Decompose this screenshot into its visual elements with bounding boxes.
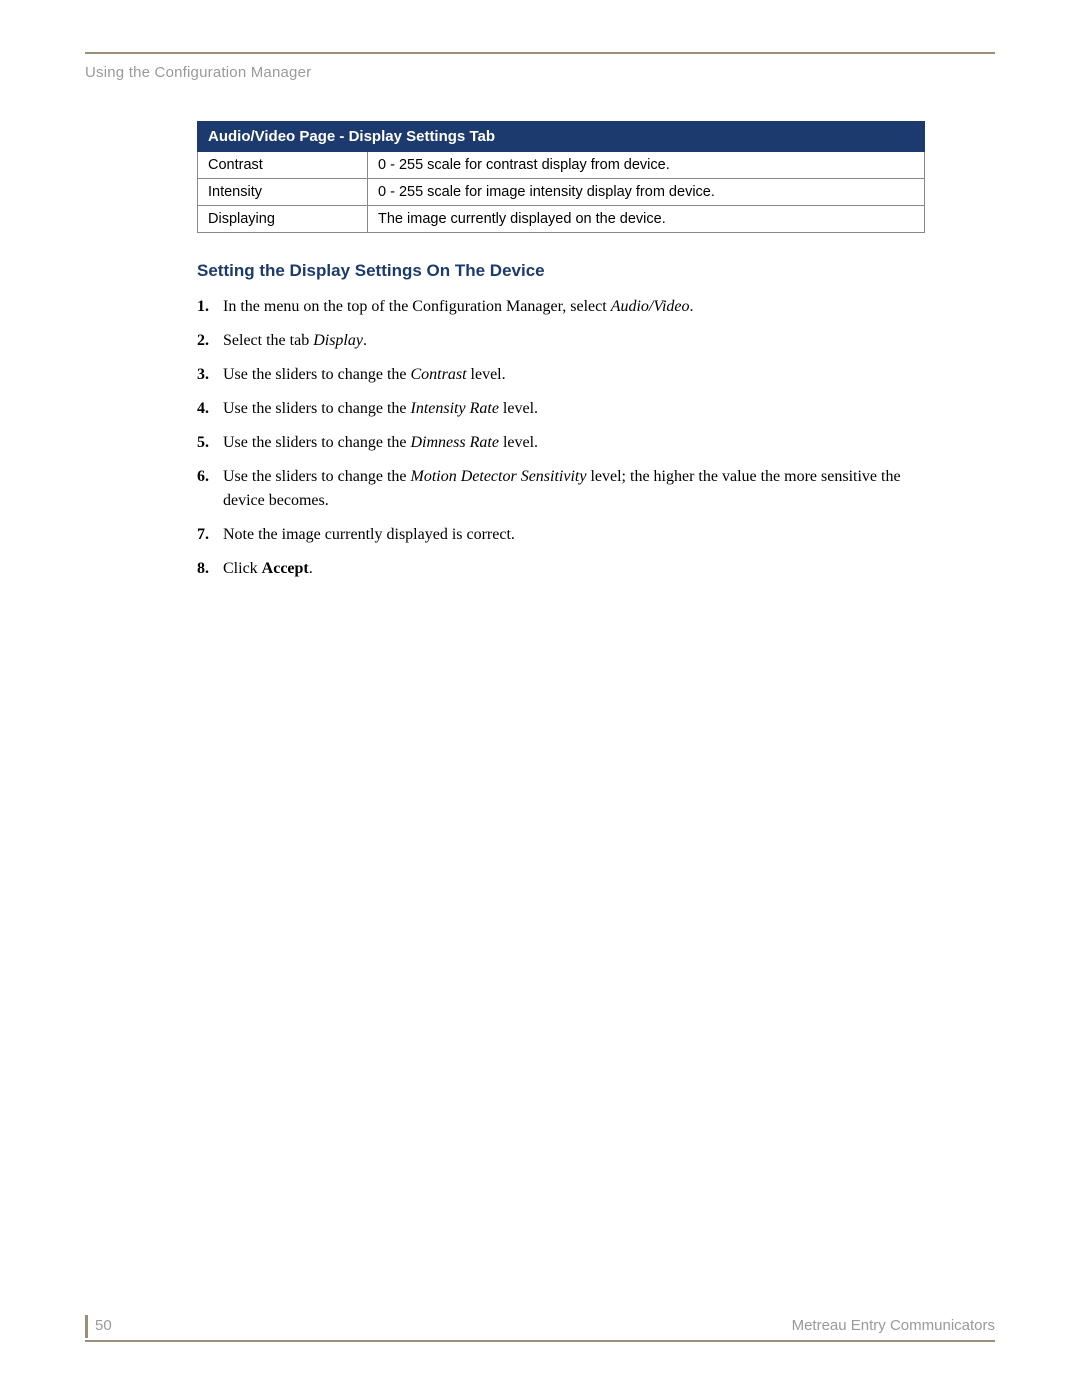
- top-rule: [85, 52, 995, 54]
- list-item: Click Accept.: [197, 557, 925, 581]
- section-heading: Setting the Display Settings On The Devi…: [197, 261, 925, 281]
- content-area: Audio/Video Page - Display Settings Tab …: [197, 121, 925, 581]
- bottom-rule: [85, 1340, 995, 1342]
- list-item: Use the sliders to change the Motion Det…: [197, 465, 925, 513]
- page-footer: 50 Metreau Entry Communicators: [85, 1317, 995, 1342]
- page-number: 50: [85, 1317, 112, 1334]
- list-item: Select the tab Display.: [197, 329, 925, 353]
- step-list: In the menu on the top of the Configurat…: [197, 295, 925, 581]
- footer-title: Metreau Entry Communicators: [792, 1317, 995, 1334]
- row-desc: 0 - 255 scale for image intensity displa…: [368, 179, 925, 206]
- list-item: Use the sliders to change the Dimness Ra…: [197, 431, 925, 455]
- page: Using the Configuration Manager Audio/Vi…: [85, 52, 995, 1342]
- table-row: Displaying The image currently displayed…: [198, 206, 925, 233]
- row-desc: 0 - 255 scale for contrast display from …: [368, 152, 925, 179]
- table-title: Audio/Video Page - Display Settings Tab: [198, 122, 925, 152]
- list-item: Use the sliders to change the Contrast l…: [197, 363, 925, 387]
- row-desc: The image currently displayed on the dev…: [368, 206, 925, 233]
- running-header: Using the Configuration Manager: [85, 64, 995, 81]
- list-item: In the menu on the top of the Configurat…: [197, 295, 925, 319]
- list-item: Note the image currently displayed is co…: [197, 523, 925, 547]
- row-label: Displaying: [198, 206, 368, 233]
- list-item: Use the sliders to change the Intensity …: [197, 397, 925, 421]
- table-row: Contrast 0 - 255 scale for contrast disp…: [198, 152, 925, 179]
- display-settings-table: Audio/Video Page - Display Settings Tab …: [197, 121, 925, 233]
- row-label: Intensity: [198, 179, 368, 206]
- row-label: Contrast: [198, 152, 368, 179]
- table-row: Intensity 0 - 255 scale for image intens…: [198, 179, 925, 206]
